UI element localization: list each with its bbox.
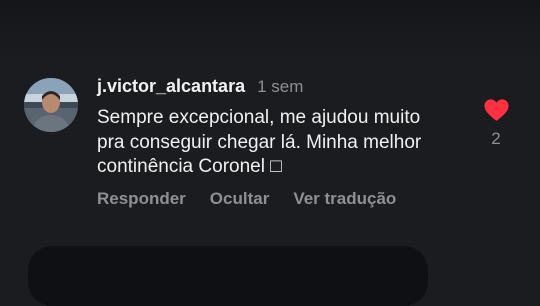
avatar[interactable] xyxy=(24,78,78,132)
see-translation-button[interactable]: Ver tradução xyxy=(293,189,396,209)
profile-photo xyxy=(24,78,78,132)
comment-text-line: continência Coronel □ xyxy=(97,156,282,177)
reply-button[interactable]: Responder xyxy=(97,189,186,209)
username[interactable]: j.victor_alcantara xyxy=(97,76,245,97)
comment-text-line: pra conseguir chegar lá. Minha melhor xyxy=(97,131,422,153)
comment-item: j.victor_alcantara 1 sem Sempre excepcio… xyxy=(0,60,540,230)
next-comment-bubble xyxy=(28,246,428,306)
like-count: 2 xyxy=(491,129,501,148)
comment-text-line: Sempre excepcional, me ajudou muito xyxy=(97,107,421,128)
timestamp: 1 sem xyxy=(257,77,304,96)
comment-actions: Responder Ocultar Ver tradução xyxy=(97,189,420,209)
previous-comment-area xyxy=(0,0,540,60)
heart-icon[interactable] xyxy=(483,98,510,122)
hide-button[interactable]: Ocultar xyxy=(210,189,270,209)
comment-header: j.victor_alcantara 1 sem xyxy=(97,76,303,100)
comment-text: Sempre excepcional, me ajudou muito pra … xyxy=(97,106,467,180)
like-control: 2 xyxy=(481,98,511,149)
